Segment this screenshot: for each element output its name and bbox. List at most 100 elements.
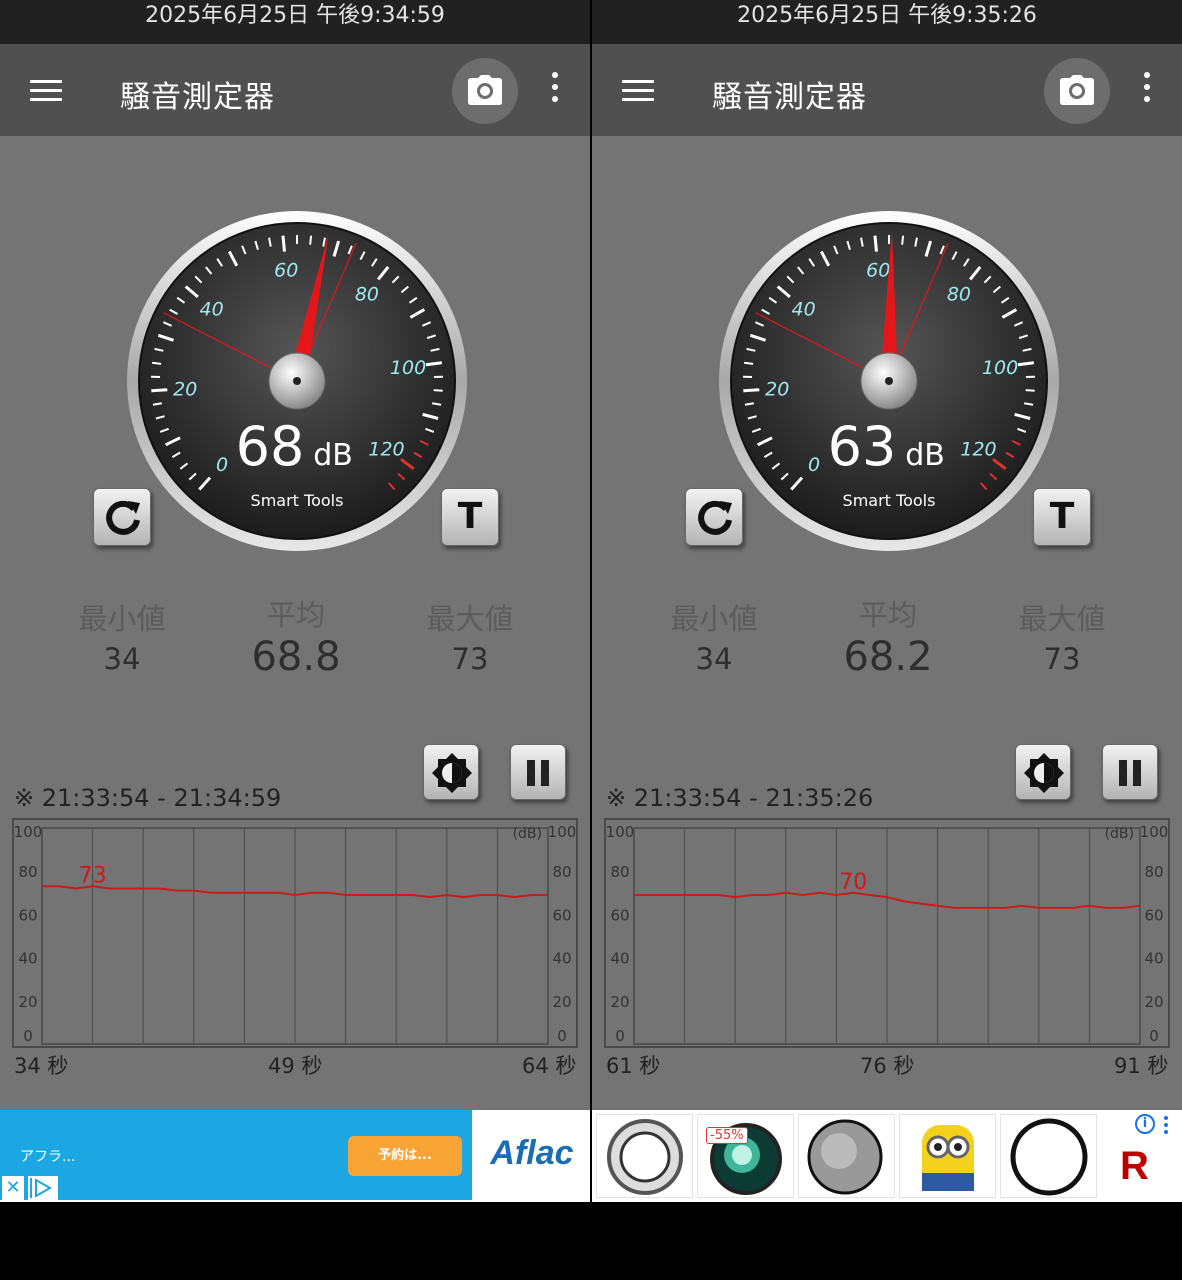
y-tick-label-right: 40	[1144, 950, 1163, 968]
app-bar: 騒音測定器	[0, 44, 590, 136]
gauge-tick	[152, 361, 162, 365]
reset-button[interactable]	[93, 488, 151, 546]
ad-product-tile[interactable]	[899, 1114, 996, 1198]
ad-choices-icon[interactable]	[28, 1176, 58, 1200]
meter-screen-left: 2025年6月25日 午後9:34:59 騒音測定器 0 20 40 60 80 100 1…	[0, 0, 590, 1202]
x-axis-label-start: 61 秒	[606, 1054, 661, 1078]
y-tick-label-right: 80	[552, 863, 571, 881]
avg-label: 平均	[858, 598, 917, 632]
status-bar: 2025年6月25日 午後9:34:59	[0, 0, 590, 44]
refresh-icon	[698, 500, 732, 535]
min-label: 最小値	[670, 602, 758, 636]
gauge-tick-label: 60	[866, 260, 890, 282]
meter-screen-right: 2025年6月25日 午後9:35:26 騒音測定器 0 20 40 60 80 100 1…	[592, 0, 1182, 1202]
y-tick-label-left: 20	[18, 993, 37, 1011]
gauge-tick-label: 0	[808, 454, 820, 476]
max-label: 最大値	[426, 602, 514, 636]
avg-value: 68.2	[843, 634, 933, 680]
pause-icon-bar	[541, 760, 549, 786]
gauge-tick	[1025, 389, 1035, 392]
y-tick-label-left: 80	[18, 863, 37, 881]
more-options-icon[interactable]	[1132, 72, 1162, 108]
y-tick-label-right: 0	[1149, 1027, 1159, 1045]
avg-value: 68.8	[251, 634, 341, 680]
gauge-hub-center	[293, 377, 301, 385]
time-range: ※ 21:33:54 - 21:34:59	[14, 784, 282, 812]
y-tick-label-left: 20	[610, 993, 629, 1011]
ad-close-icon[interactable]: ✕	[2, 1176, 24, 1200]
gauge-hub-center	[885, 377, 893, 385]
ad-banner[interactable]: アフラ... 予約は... ✕ Aflac	[0, 1110, 590, 1202]
min-value: 34	[695, 642, 733, 676]
gauge-tick-label: 40	[792, 299, 816, 321]
pause-button[interactable]	[510, 744, 566, 800]
ad-info-icon[interactable]: i	[1135, 1114, 1155, 1134]
gauge-tick	[901, 235, 905, 245]
lens-filter-image	[607, 1119, 683, 1195]
ad-product-tile[interactable]	[596, 1114, 693, 1198]
ad-menu-icon[interactable]	[1164, 1116, 1170, 1136]
current-db-value: 63	[828, 415, 897, 478]
ad-text: アフラ...	[20, 1149, 76, 1165]
current-db-value: 68	[236, 415, 305, 478]
max-value: 73	[1043, 642, 1081, 676]
y-tick-label-left: 40	[18, 950, 37, 968]
ad-product-tile[interactable]	[798, 1114, 895, 1198]
camera-button[interactable]	[452, 58, 518, 124]
brand-label: Smart Tools	[843, 491, 936, 510]
brightness-icon	[1024, 753, 1064, 793]
app-title: 騒音測定器	[712, 80, 867, 115]
y-tick-label-right: 20	[1144, 993, 1163, 1011]
gauge-tick-label: 120	[368, 438, 404, 460]
gauge-tick-label: 80	[355, 284, 379, 306]
min-value: 34	[103, 642, 141, 676]
status-datetime: 2025年6月25日 午後9:35:26	[737, 3, 1037, 28]
aflac-ad-panel[interactable]: アフラ... 予約は... ✕	[0, 1110, 472, 1200]
menu-icon[interactable]	[30, 80, 62, 102]
gauge-tick-label: 120	[960, 438, 996, 460]
peak-annotation: 73	[79, 863, 107, 888]
gauge-tick	[309, 235, 313, 245]
calibrate-t-button[interactable]: T	[441, 488, 499, 546]
discount-badge: -55%	[706, 1127, 748, 1144]
camera-button[interactable]	[1044, 58, 1110, 124]
gauge-tick	[744, 361, 754, 365]
y-tick-label-left: 100	[606, 823, 635, 841]
ad-cta-button[interactable]: 予約は...	[348, 1136, 462, 1176]
gauge-tick-label: 0	[216, 454, 228, 476]
y-tick-label-right: 80	[1144, 863, 1163, 881]
db-unit: dB	[313, 438, 353, 473]
max-value: 73	[451, 642, 489, 676]
brightness-button[interactable]	[1015, 744, 1071, 800]
ad-banner[interactable]: -55% i R	[592, 1110, 1182, 1202]
ad-product-tile[interactable]	[1000, 1114, 1097, 1198]
gauge-tick	[743, 388, 760, 393]
reset-button[interactable]	[685, 488, 743, 546]
app-bar: 騒音測定器	[592, 44, 1182, 136]
y-tick-label-right: 0	[557, 1027, 567, 1045]
minion-mug-image	[922, 1125, 974, 1191]
app-title: 騒音測定器	[120, 80, 275, 115]
camera-icon	[468, 75, 502, 105]
pause-icon-bar	[1133, 760, 1141, 786]
gauge-tick-label: 60	[274, 260, 298, 282]
refresh-icon	[106, 500, 140, 535]
calibrate-t-button[interactable]: T	[1033, 488, 1091, 546]
x-axis-label-end: 64 秒	[522, 1054, 577, 1078]
y-tick-label-left: 80	[610, 863, 629, 881]
y-tick-label-right: 60	[552, 906, 571, 924]
status-bar: 2025年6月25日 午後9:35:26	[592, 0, 1182, 44]
x-axis-label-end: 91 秒	[1114, 1054, 1169, 1078]
gauge-tick	[281, 235, 286, 252]
y-tick-label-right: 20	[552, 993, 571, 1011]
x-axis-label-mid: 76 秒	[860, 1054, 915, 1078]
pause-icon-bar	[527, 760, 535, 786]
brightness-button[interactable]	[423, 744, 479, 800]
sound-level-gauge: 0 20 40 60 80 100 120 68 dB Smart Tools	[127, 211, 467, 551]
gauge-tick-label: 20	[765, 379, 789, 401]
menu-icon[interactable]	[622, 80, 654, 102]
ad-product-tile[interactable]: -55%	[697, 1114, 794, 1198]
pause-button[interactable]	[1102, 744, 1158, 800]
y-tick-label-left: 40	[610, 950, 629, 968]
more-options-icon[interactable]	[540, 72, 570, 108]
